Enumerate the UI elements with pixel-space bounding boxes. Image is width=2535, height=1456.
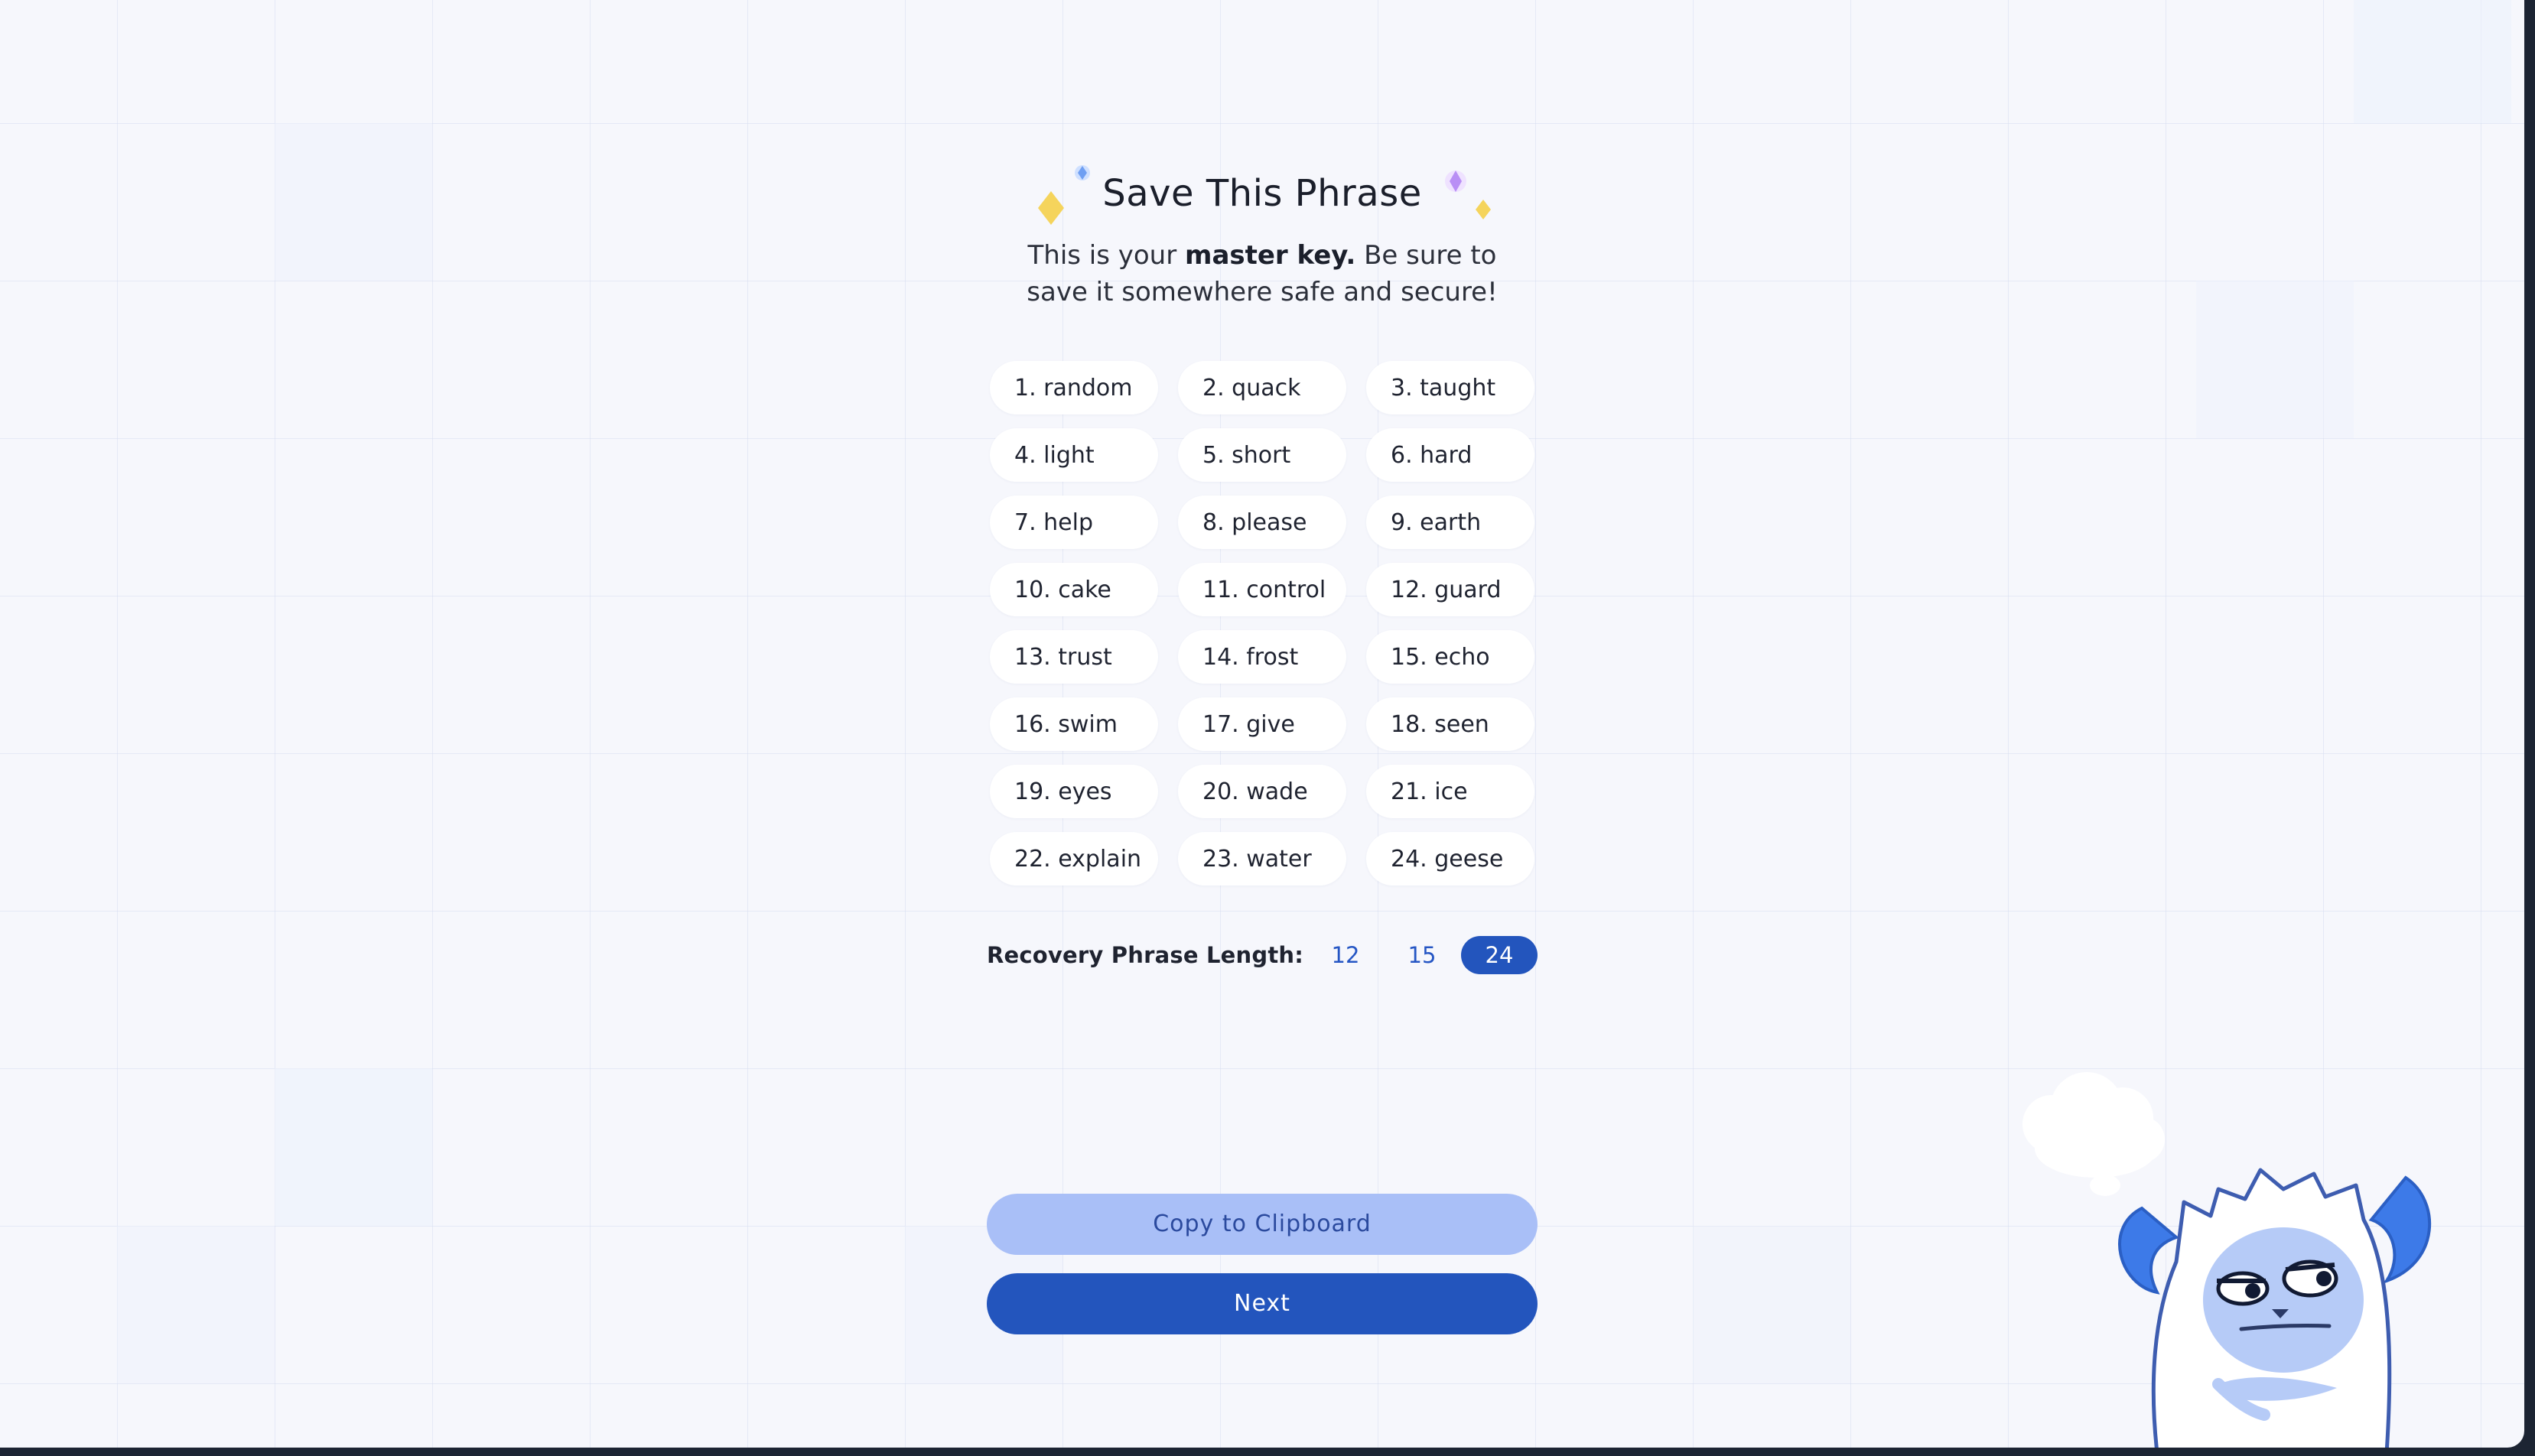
yeti-mascot [2022, 1072, 2432, 1448]
recovery-word: 13. trust [990, 630, 1158, 684]
recovery-word: 22. explain [990, 832, 1158, 886]
recovery-word: 19. eyes [990, 765, 1158, 818]
recovery-word: 5. short [1178, 428, 1346, 482]
page-title: Save This Phrase [1102, 172, 1422, 215]
recovery-word: 9. earth [1366, 496, 1534, 549]
recovery-word: 12. guard [1366, 563, 1534, 616]
phrase-length-label: Recovery Phrase Length: [987, 942, 1304, 968]
copy-to-clipboard-button[interactable]: Copy to Clipboard [987, 1194, 1538, 1255]
recovery-word: 14. frost [1178, 630, 1346, 684]
recovery-word: 3. taught [1366, 361, 1534, 414]
recovery-word: 2. quack [1178, 361, 1346, 414]
recovery-word: 1. random [990, 361, 1158, 414]
thought-cloud-icon [2022, 1072, 2165, 1196]
recovery-word: 23. water [1178, 832, 1346, 886]
background-tile [117, 1226, 275, 1383]
length-option-15[interactable]: 15 [1384, 936, 1460, 974]
recovery-word: 7. help [990, 496, 1158, 549]
background-tile [2354, 0, 2511, 123]
title-block: Save This Phrase [987, 149, 1538, 233]
recovery-word: 18. seen [1366, 697, 1534, 751]
background-tile [1693, 1226, 1850, 1383]
subtitle-emphasis: master key. [1185, 240, 1356, 271]
next-button[interactable]: Next [987, 1273, 1538, 1334]
page-subtitle: This is your master key. Be sure to save… [987, 237, 1538, 310]
background-tile [2196, 281, 2354, 438]
background-tile [275, 123, 432, 281]
app-window: Save This Phrase This is your master key… [0, 0, 2524, 1448]
recovery-word: 17. give [1178, 697, 1346, 751]
recovery-word: 16. swim [990, 697, 1158, 751]
background-tile [275, 1068, 432, 1226]
recovery-word: 21. ice [1366, 765, 1534, 818]
recovery-word: 20. wade [1178, 765, 1346, 818]
recovery-word: 8. please [1178, 496, 1346, 549]
recovery-word: 11. control [1178, 563, 1346, 616]
recovery-word: 4. light [990, 428, 1158, 482]
recovery-word: 24. geese [1366, 832, 1534, 886]
recovery-word: 10. cake [990, 563, 1158, 616]
length-option-24[interactable]: 24 [1461, 936, 1538, 974]
recovery-phrase-grid: 1. random 2. quack 3. taught 4. light 5.… [990, 361, 1534, 886]
subtitle-text: save it somewhere safe and secure! [1027, 277, 1498, 307]
recovery-word: 6. hard [1366, 428, 1534, 482]
recovery-word: 15. echo [1366, 630, 1534, 684]
subtitle-text: This is your [1027, 240, 1186, 271]
subtitle-text: Be sure to [1355, 240, 1497, 271]
length-option-12[interactable]: 12 [1307, 936, 1384, 974]
phrase-length-selector: Recovery Phrase Length: 12 15 24 [987, 936, 1538, 974]
